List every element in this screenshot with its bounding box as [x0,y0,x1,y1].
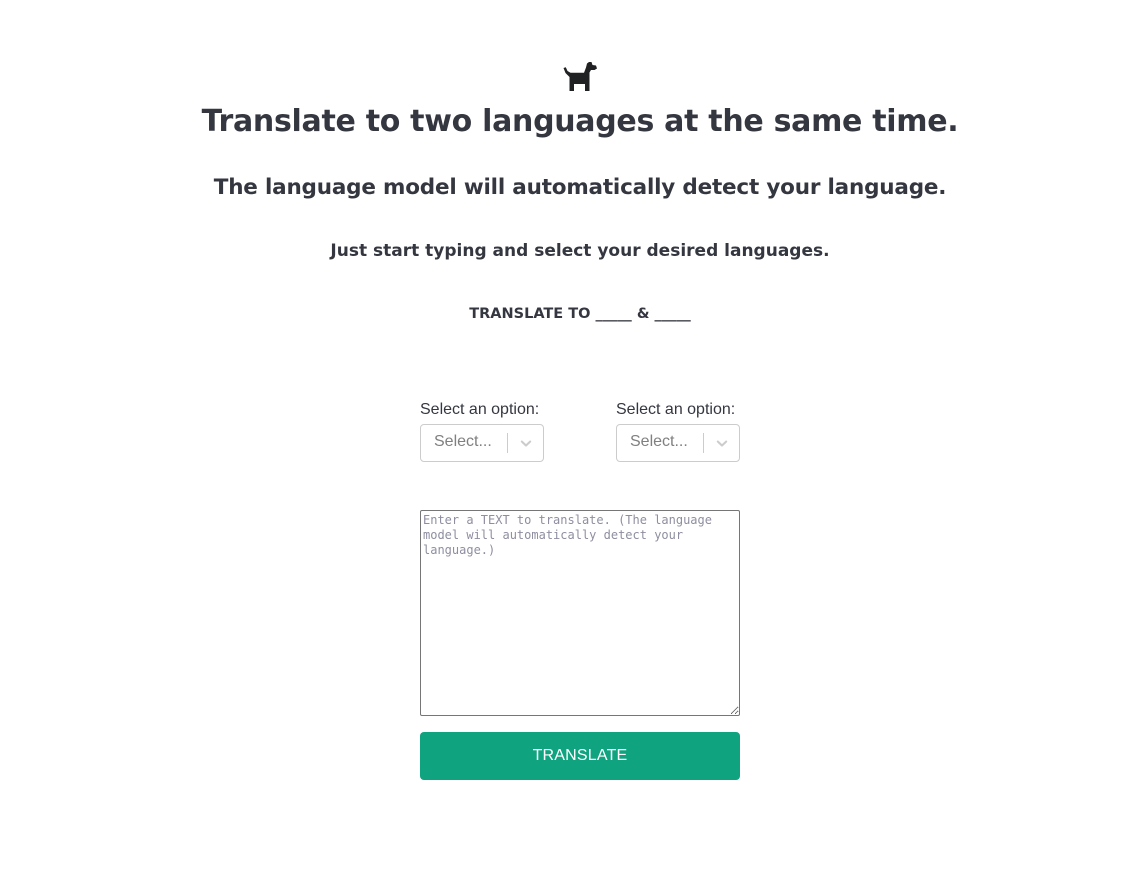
second-language-select-group: Select an option: Select... [616,401,746,462]
select-divider [507,433,508,453]
dog-icon [563,62,597,91]
first-language-label: Select an option: [420,401,540,418]
text-to-translate-input[interactable] [420,510,740,716]
page-title: Translate to two languages at the same t… [201,104,959,139]
first-language-placeholder: Select... [434,433,492,450]
first-language-select-group: Select an option: Select... [420,401,550,462]
second-language-select[interactable]: Select... [616,424,740,462]
first-language-select[interactable]: Select... [420,424,544,462]
translate-button[interactable]: TRANSLATE [420,732,740,780]
chevron-down-icon[interactable] [713,434,731,452]
chevron-down-icon[interactable] [517,434,535,452]
second-language-label: Select an option: [616,401,736,418]
select-divider [703,433,704,453]
page-subtitle: The language model will automatically de… [213,175,947,200]
translate-to-label: TRANSLATE TO _____ & _____ [469,306,691,322]
page: Translate to two languages at the same t… [0,0,1121,874]
second-language-placeholder: Select... [630,433,688,450]
instruction-text: Just start typing and select your desire… [330,241,830,261]
